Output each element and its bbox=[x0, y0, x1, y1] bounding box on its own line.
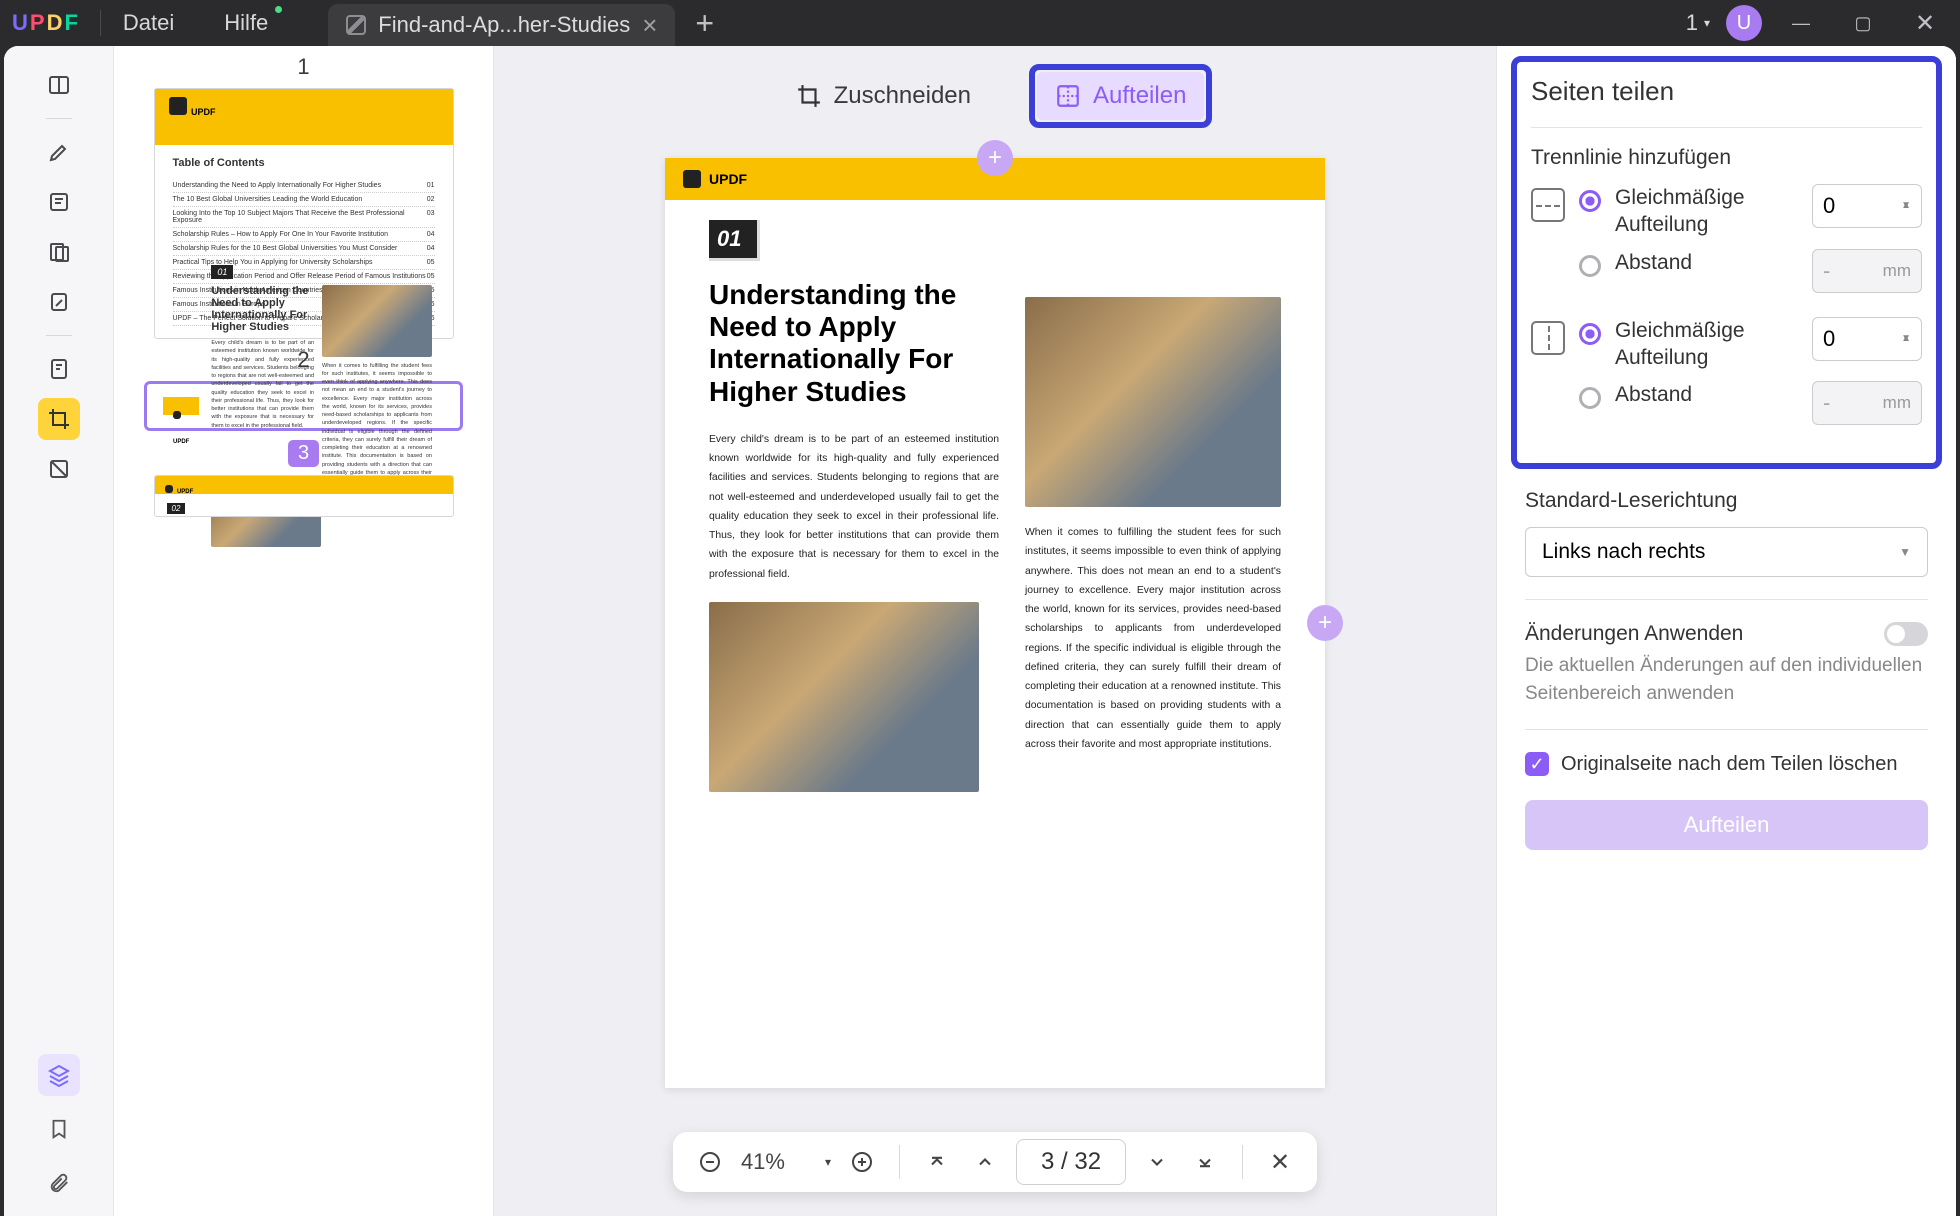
crop-icon bbox=[796, 83, 822, 109]
zoom-nav-bar: 41%▾ 3 / 32 ✕ bbox=[673, 1132, 1317, 1192]
crop-split-tool[interactable] bbox=[38, 398, 80, 440]
edit-tool[interactable] bbox=[38, 181, 80, 223]
tab-count[interactable]: 1 ▾ bbox=[1686, 10, 1710, 36]
add-divider-label: Trennlinie hinzufügen bbox=[1531, 146, 1922, 170]
add-horizontal-divider[interactable]: + bbox=[977, 140, 1013, 176]
thumbnail-panel: 1 UPDF Table of Contents Understanding t… bbox=[114, 46, 494, 1216]
close-bar-button[interactable]: ✕ bbox=[1263, 1145, 1297, 1179]
zoom-select[interactable]: 41%▾ bbox=[741, 1149, 831, 1175]
split-panel: Seiten teilen Trennlinie hinzufügen Glei… bbox=[1496, 46, 1956, 1216]
thumb-number-1: 1 bbox=[144, 54, 463, 80]
v-even-radio[interactable] bbox=[1579, 323, 1601, 345]
redact-tool[interactable] bbox=[38, 448, 80, 490]
close-window-button[interactable]: ✕ bbox=[1902, 7, 1948, 39]
attachment-button[interactable] bbox=[38, 1162, 80, 1204]
split-button[interactable]: Aufteilen bbox=[1525, 800, 1928, 850]
v-spacing-radio[interactable] bbox=[1579, 387, 1601, 409]
h-even-radio[interactable] bbox=[1579, 190, 1601, 212]
h-even-input[interactable]: 0▲▼ bbox=[1812, 184, 1922, 228]
extract-tool[interactable] bbox=[38, 348, 80, 390]
add-vertical-divider[interactable]: + bbox=[1307, 605, 1343, 641]
next-page-button[interactable] bbox=[1140, 1145, 1174, 1179]
menu-help[interactable]: Hilfe bbox=[224, 10, 268, 36]
reading-dir-select[interactable]: Links nach rechts▼ bbox=[1525, 527, 1928, 577]
bookmark-button[interactable] bbox=[38, 1108, 80, 1150]
maximize-button[interactable]: ▢ bbox=[1840, 7, 1886, 39]
last-page-button[interactable] bbox=[1188, 1145, 1222, 1179]
vertical-icon bbox=[1531, 321, 1565, 355]
page-input[interactable]: 3 / 32 bbox=[1016, 1139, 1126, 1185]
prev-page-button[interactable] bbox=[968, 1145, 1002, 1179]
h-spacing-radio[interactable] bbox=[1579, 255, 1601, 277]
split-highlight: Aufteilen bbox=[1029, 64, 1212, 128]
split-icon bbox=[1055, 83, 1081, 109]
titlebar: UPDF Datei Hilfe Find-and-Ap...her-Studi… bbox=[0, 0, 1960, 46]
stamp-tool[interactable] bbox=[38, 281, 80, 323]
user-avatar[interactable]: U bbox=[1726, 5, 1762, 41]
v-even-input[interactable]: 0▲▼ bbox=[1812, 317, 1922, 361]
menu-file[interactable]: Datei bbox=[123, 10, 174, 36]
delete-original-checkbox[interactable]: ✓ bbox=[1525, 752, 1549, 776]
h-spacing-input: -mm bbox=[1812, 249, 1922, 293]
panel-title: Seiten teilen bbox=[1531, 76, 1922, 107]
doc-disabled-icon bbox=[346, 15, 366, 35]
apply-changes-label: Änderungen Anwenden bbox=[1525, 622, 1743, 646]
page-preview[interactable]: + + UPDF 01 Understanding the Need to Ap… bbox=[665, 158, 1325, 1088]
zoom-out-button[interactable] bbox=[693, 1145, 727, 1179]
v-spacing-input: -mm bbox=[1812, 381, 1922, 425]
split-mode-button[interactable]: Aufteilen bbox=[1037, 72, 1204, 120]
highlight-tool[interactable] bbox=[38, 131, 80, 173]
left-toolbar bbox=[4, 46, 114, 1216]
close-tab-icon[interactable]: × bbox=[642, 12, 657, 38]
layers-button[interactable] bbox=[38, 1054, 80, 1096]
organize-tool[interactable] bbox=[38, 231, 80, 273]
thumbnail-3[interactable]: UPDF 02 bbox=[154, 475, 454, 517]
reading-dir-label: Standard-Leserichtung bbox=[1525, 489, 1928, 513]
apply-changes-desc: Die aktuellen Änderungen auf den individ… bbox=[1525, 652, 1928, 707]
minimize-button[interactable]: — bbox=[1778, 7, 1824, 39]
first-page-button[interactable] bbox=[920, 1145, 954, 1179]
horizontal-icon bbox=[1531, 188, 1565, 222]
crop-mode-button[interactable]: Zuschneiden bbox=[778, 72, 989, 120]
thumbnail-2[interactable]: UPDF 01 Understanding the Need to Apply … bbox=[144, 381, 463, 431]
main-viewport: Zuschneiden Aufteilen + + UPDF 01 Unders… bbox=[494, 46, 1496, 1216]
document-tab[interactable]: Find-and-Ap...her-Studies × bbox=[328, 4, 675, 46]
zoom-in-button[interactable] bbox=[845, 1145, 879, 1179]
new-tab-button[interactable]: + bbox=[695, 5, 714, 42]
apply-changes-toggle[interactable] bbox=[1884, 622, 1928, 646]
reader-tool[interactable] bbox=[38, 64, 80, 106]
app-logo: UPDF bbox=[12, 10, 78, 36]
